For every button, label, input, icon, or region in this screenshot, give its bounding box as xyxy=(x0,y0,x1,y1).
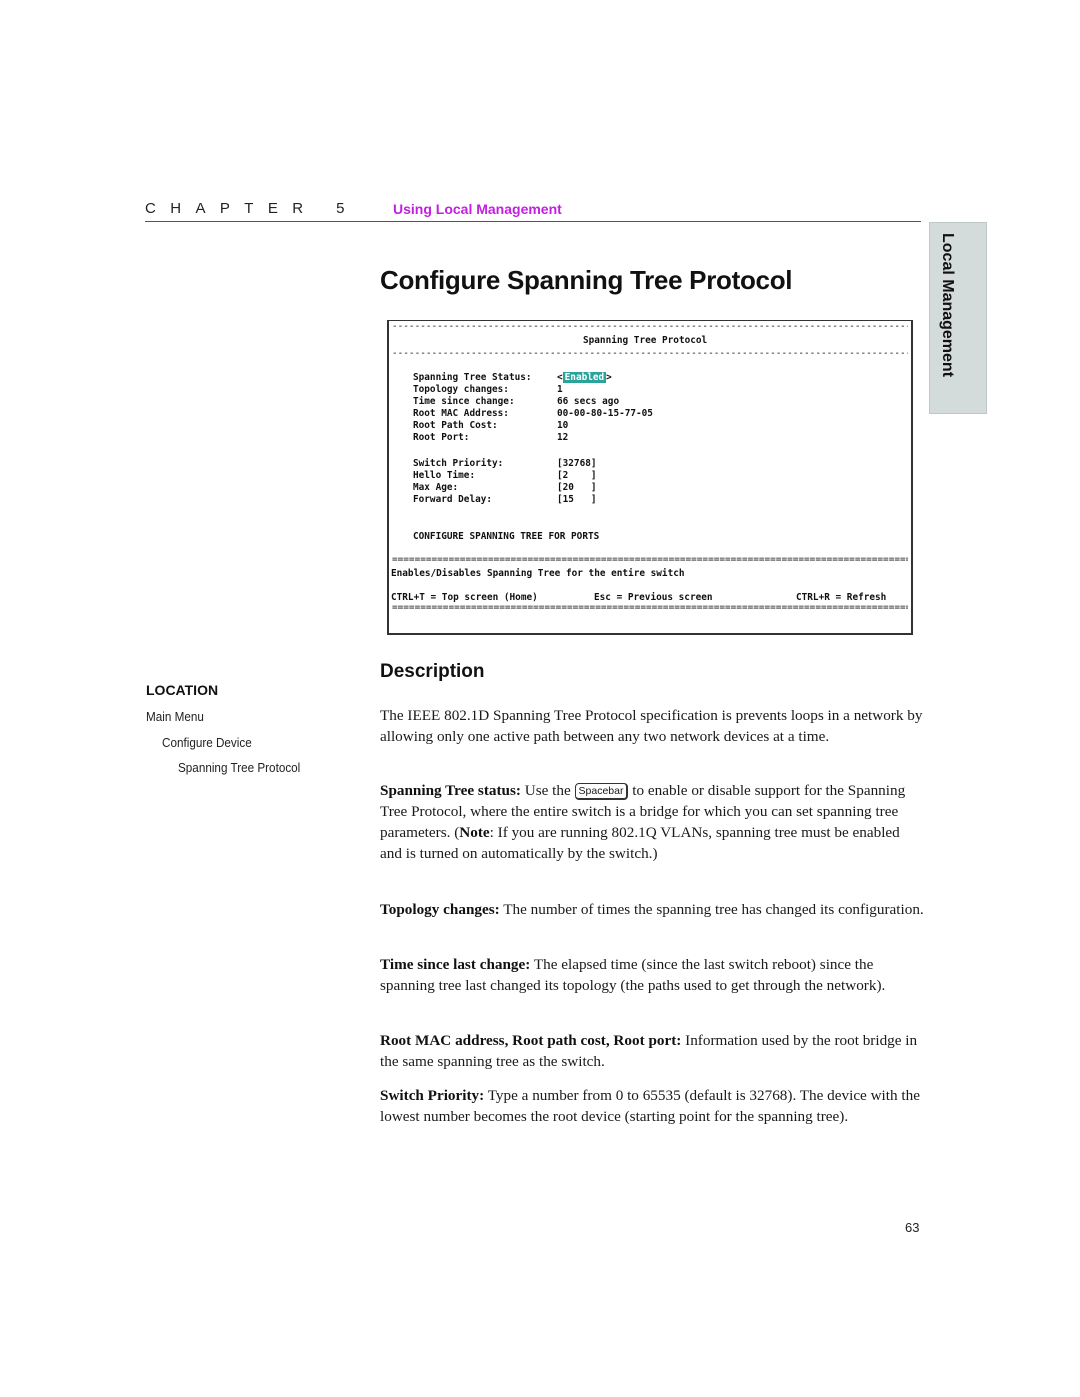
location-heading: LOCATION xyxy=(146,682,219,698)
chapter-title: Using Local Management xyxy=(393,201,562,217)
configure-ports-link[interactable]: CONFIGURE SPANNING TREE FOR PORTS xyxy=(413,531,599,543)
field-label: Forward Delay: xyxy=(413,494,493,505)
description-heading: Description xyxy=(380,661,485,682)
section-thumb-tab: Local Management xyxy=(929,222,987,414)
term: Time since last change: xyxy=(380,956,531,973)
definition: The number of times the spanning tree ha… xyxy=(499,901,924,918)
eq-rule: ========================================… xyxy=(392,555,908,565)
help-text: Enables/Disables Spanning Tree for the e… xyxy=(391,568,685,579)
field-label: Switch Priority: xyxy=(413,458,504,469)
dash-rule: ----------------------------------------… xyxy=(392,322,908,332)
definition-paragraph: Time since last change: The elapsed time… xyxy=(380,954,925,996)
field-label: Root MAC Address: xyxy=(413,408,509,419)
definition-paragraph: Switch Priority: Type a number from 0 to… xyxy=(380,1085,925,1127)
field-value: 1 xyxy=(557,384,563,395)
chapter-word: CHAPTER xyxy=(145,200,318,217)
spacebar-key-icon: Spacebar xyxy=(574,783,629,800)
definition-paragraph: Topology changes: The number of times th… xyxy=(380,899,925,920)
page-title: Configure Spanning Tree Protocol xyxy=(380,265,793,295)
definition-paragraph: Root MAC address, Root path cost, Root p… xyxy=(380,1030,925,1072)
field-label: Time since change: xyxy=(413,396,515,407)
location-path-configure-device: Configure Device xyxy=(162,735,252,750)
field-label-status: Spanning Tree Status: xyxy=(413,372,532,383)
switch-priority-input[interactable]: [32768] xyxy=(557,458,597,470)
text: Use the xyxy=(520,782,575,799)
field-value: 12 xyxy=(557,432,569,443)
field-value: 66 secs ago xyxy=(557,396,620,407)
status-open-bracket: < xyxy=(557,372,563,383)
hello-time-input[interactable]: [2 ] xyxy=(557,470,597,482)
term: Topology changes: xyxy=(380,901,500,918)
dash-rule: ----------------------------------------… xyxy=(392,349,908,359)
page-number: 63 xyxy=(905,1220,920,1235)
max-age-input[interactable]: [20 ] xyxy=(557,482,597,494)
status-value-enabled[interactable]: Enabled xyxy=(562,372,607,383)
status-close-bracket: > xyxy=(606,372,612,383)
field-label: Root Port: xyxy=(413,432,470,443)
status-toggle[interactable]: < Enabled > xyxy=(557,372,612,384)
section-thumb-tab-label: Local Management xyxy=(939,233,956,378)
note-term: Note xyxy=(459,824,490,841)
intro-paragraph: The IEEE 802.1D Spanning Tree Protocol s… xyxy=(380,707,923,745)
chapter-header: CHAPTER 5 Using Local Management xyxy=(145,200,921,222)
location-path-spanning-tree: Spanning Tree Protocol xyxy=(178,760,301,775)
status-paragraph: Spanning Tree status: Use the Spacebar t… xyxy=(380,780,925,864)
field-label: Hello Time: xyxy=(413,470,476,481)
eq-rule: ========================================… xyxy=(392,603,908,613)
field-value: 00-00-80-15-77-05 xyxy=(557,408,653,419)
field-label: Root Path Cost: xyxy=(413,420,498,431)
term: Switch Priority: xyxy=(380,1087,485,1104)
field-label: Max Age: xyxy=(413,482,459,493)
screen-title: Spanning Tree Protocol xyxy=(583,335,708,346)
field-label: Topology changes: xyxy=(413,384,509,395)
term: Spanning Tree status: xyxy=(380,782,521,799)
terminal-screen: ----------------------------------------… xyxy=(387,320,913,635)
forward-delay-input[interactable]: [15 ] xyxy=(557,494,597,506)
field-value: 10 xyxy=(557,420,569,431)
term: Root MAC address, Root path cost, Root p… xyxy=(380,1032,682,1049)
chapter-number: 5 xyxy=(336,200,359,217)
chapter-label: CHAPTER 5 xyxy=(145,200,359,217)
location-path-main-menu: Main Menu xyxy=(146,709,204,724)
